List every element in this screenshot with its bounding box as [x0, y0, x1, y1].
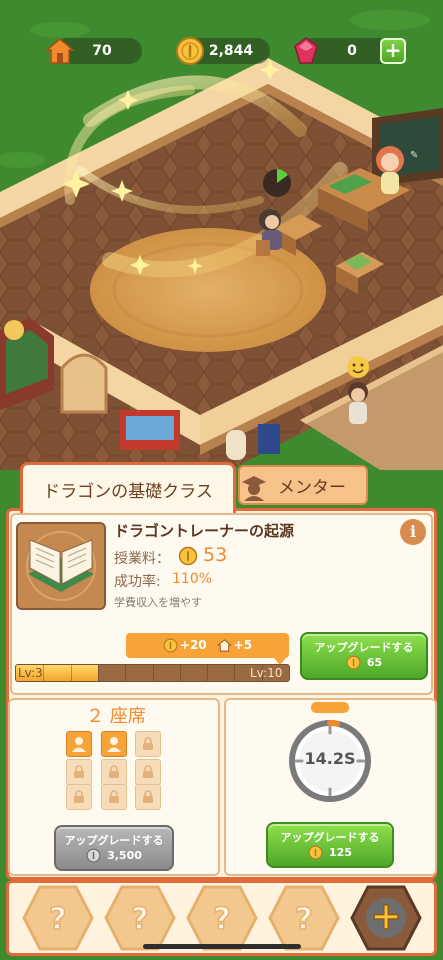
- level-segment-divider: [43, 665, 45, 681]
- mentor-icon: [242, 476, 266, 501]
- book-icon: [16, 522, 106, 610]
- upgrade-timer-cost: 125: [268, 845, 392, 860]
- buy-gems-button[interactable]: +: [380, 38, 406, 64]
- tab-basic-class[interactable]: ドラゴンの基礎クラス: [20, 462, 236, 514]
- fee-label: 授業料：: [114, 551, 170, 567]
- level-max: Lv:10: [250, 666, 283, 680]
- gem-count: 0: [347, 43, 357, 59]
- upgrade-bonus-tooltip: +20 +5: [126, 633, 289, 665]
- coin-icon: [86, 848, 101, 863]
- coin-count: 2,844: [208, 43, 254, 59]
- timer-tab-marker: [311, 702, 349, 713]
- level-segment-divider: [179, 665, 181, 681]
- tab-mentor-label: メンター: [278, 477, 346, 498]
- seat-locked: [101, 784, 127, 810]
- house-icon: [44, 38, 76, 64]
- bonus-coins: +20: [163, 638, 207, 653]
- coin-counter[interactable]: 2,844: [176, 37, 270, 65]
- gem-icon: [294, 37, 318, 64]
- upgrade-timer-button[interactable]: アップグレードする 125: [266, 822, 394, 868]
- lock-icon: [109, 765, 119, 778]
- lock-icon: [109, 790, 119, 803]
- tab-mentor[interactable]: メンター: [238, 465, 368, 505]
- dock-slot-locked[interactable]: ?: [22, 884, 94, 952]
- seat-locked: [66, 759, 92, 785]
- home-indicator[interactable]: [143, 944, 301, 949]
- question-icon: ?: [49, 902, 66, 937]
- add-icon: +: [370, 894, 402, 938]
- level-segment-divider: [234, 665, 236, 681]
- svg-text:✎: ✎: [410, 150, 418, 161]
- lock-icon: [143, 765, 153, 778]
- success-rate-value: 110%: [172, 571, 213, 587]
- coin-icon: [176, 37, 204, 65]
- bonus-coins-value: +20: [179, 638, 207, 652]
- level-segment-divider: [97, 665, 99, 681]
- seat-occupied: [66, 731, 92, 757]
- coin-icon: [163, 638, 178, 653]
- upgrade-timer-label: アップグレードする: [280, 831, 380, 844]
- seat-locked: [101, 759, 127, 785]
- student-icon: [72, 737, 86, 752]
- seat-occupied: [101, 731, 127, 757]
- success-rate-label: 成功率:: [114, 574, 161, 590]
- level-segment-divider: [207, 665, 209, 681]
- lock-icon: [74, 790, 84, 803]
- seat-locked: [135, 759, 161, 785]
- house-icon: [216, 639, 232, 652]
- lock-icon: [74, 765, 84, 778]
- seat-locked: [135, 784, 161, 810]
- question-icon: ?: [131, 902, 148, 937]
- upgrade-course-label: アップグレードする: [314, 641, 414, 654]
- question-icon: ?: [213, 902, 230, 937]
- coin-icon: [308, 845, 323, 860]
- info-button[interactable]: i: [400, 519, 426, 545]
- upgrade-timer-cost-value: 125: [329, 846, 352, 859]
- upgrade-seats-cost-value: 3,500: [107, 849, 142, 862]
- house-count: 70: [92, 43, 112, 59]
- question-icon: ?: [295, 902, 312, 937]
- lock-icon: [143, 790, 153, 803]
- course-description: 学費収入を増やす: [114, 596, 202, 609]
- bonus-houses-value: +5: [233, 638, 253, 652]
- seats-title: ２ 座席: [86, 706, 146, 727]
- level-segment-divider: [70, 665, 72, 681]
- tab-basic-class-label: ドラゴンの基礎クラス: [43, 482, 213, 502]
- house-counter[interactable]: 70: [44, 38, 142, 64]
- dock-slot-locked[interactable]: ?: [268, 884, 340, 952]
- upgrade-course-cost-value: 65: [366, 656, 383, 669]
- upgrade-course-cost: 65: [302, 655, 426, 670]
- dock-slot-add[interactable]: +: [350, 884, 422, 952]
- game-screen: ✎ 70 2,844 0 + ドラゴンの基礎クラス メンター ドラゴントレーナー…: [0, 0, 443, 960]
- upgrade-seats-button[interactable]: アップグレードする 3,500: [54, 825, 174, 871]
- level-progress-bar: [15, 664, 290, 682]
- course-title: ドラゴントレーナーの起源: [114, 522, 295, 540]
- upgrade-course-button[interactable]: アップグレードする 65: [300, 632, 428, 680]
- level-current: Lv:3: [18, 666, 43, 680]
- classroom-scene[interactable]: ✎: [0, 0, 443, 470]
- fee-value: 53: [203, 544, 228, 566]
- timer-value: 14.2S: [304, 749, 356, 768]
- timer-progress-arc: [327, 719, 341, 727]
- seat-locked: [66, 784, 92, 810]
- lock-icon: [143, 737, 153, 750]
- student-icon: [107, 737, 121, 752]
- coin-icon: [346, 655, 361, 670]
- seat-locked: [135, 731, 161, 757]
- upgrade-seats-label: アップグレードする: [64, 834, 164, 847]
- upgrade-seats-cost: 3,500: [56, 848, 172, 863]
- coin-icon: [178, 546, 198, 566]
- level-segment-divider: [125, 665, 127, 681]
- level-segment-divider: [152, 665, 154, 681]
- dock-slot-locked[interactable]: ?: [104, 884, 176, 952]
- bonus-houses: +5: [216, 638, 253, 653]
- dock-slot-locked[interactable]: ?: [186, 884, 258, 952]
